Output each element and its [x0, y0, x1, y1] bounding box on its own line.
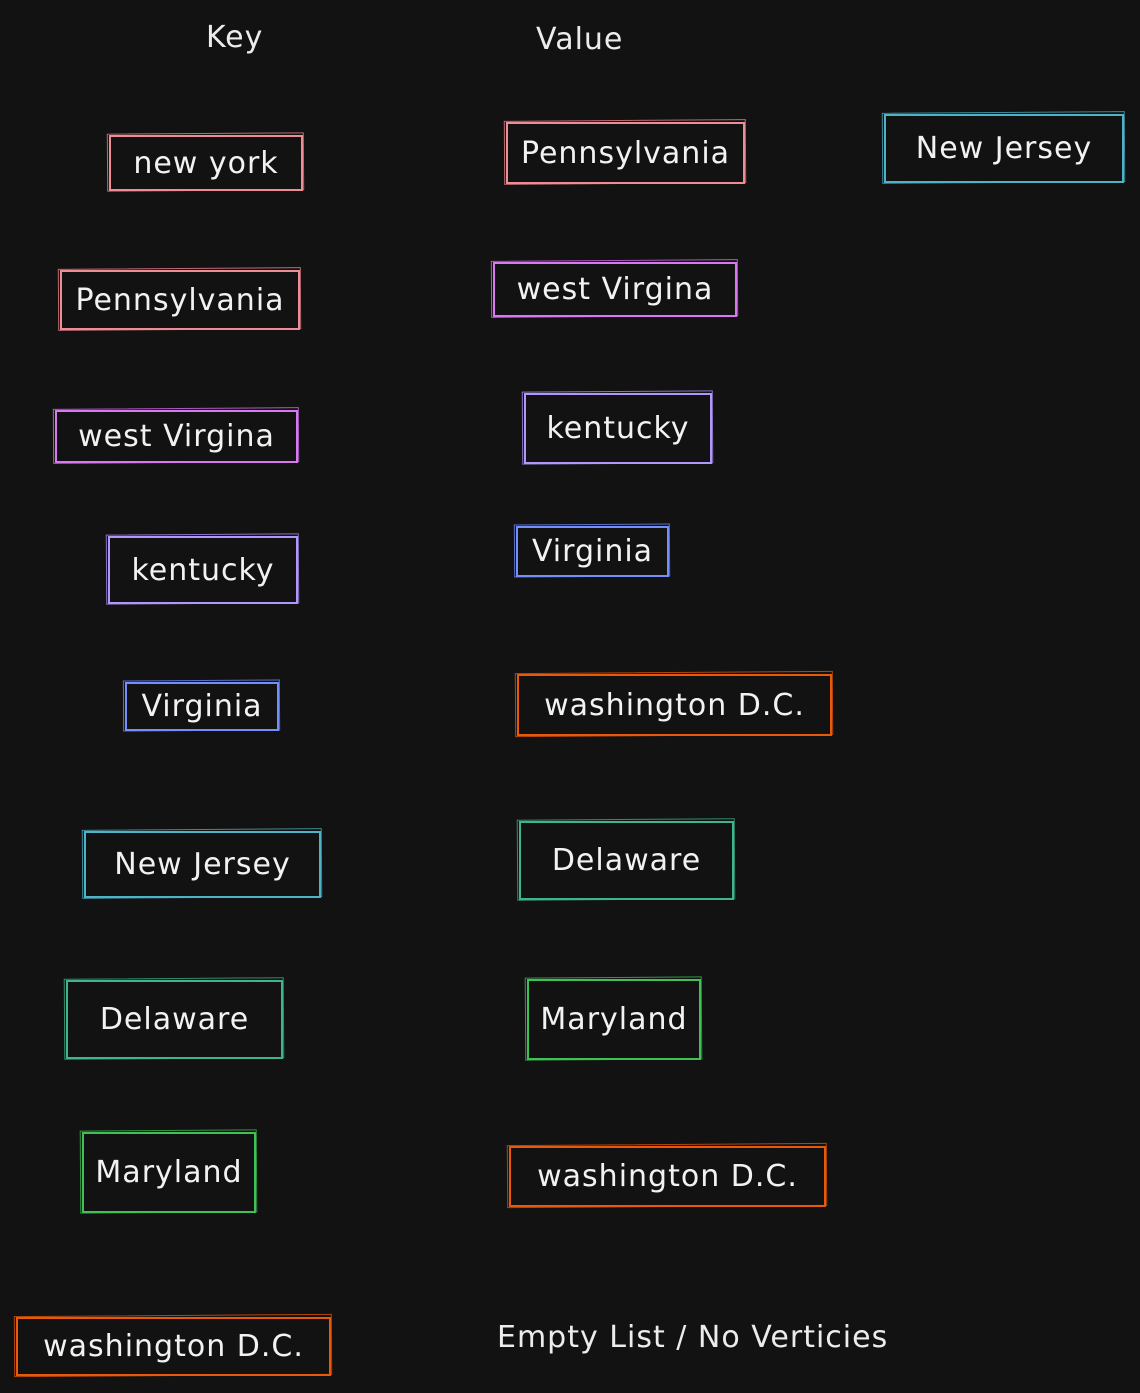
key-header: Key: [206, 20, 264, 55]
key-node[interactable]: washington D.C.: [16, 1317, 331, 1376]
value-node[interactable]: washington D.C.: [509, 1146, 826, 1207]
key-node[interactable]: Pennsylvania: [60, 270, 300, 330]
value-node[interactable]: Delaware: [519, 821, 734, 900]
key-node[interactable]: Delaware: [66, 980, 283, 1059]
value-node-label: Maryland: [540, 1002, 688, 1037]
key-node[interactable]: west Virgina: [55, 410, 298, 463]
value-node-label: washington D.C.: [537, 1159, 798, 1194]
value-node-label: Delaware: [551, 843, 702, 878]
value-node-label: washington D.C.: [544, 687, 805, 723]
key-node[interactable]: Maryland: [82, 1132, 256, 1213]
key-node-label: kentucky: [131, 552, 275, 588]
key-node-label: washington D.C.: [43, 1329, 304, 1364]
value-node[interactable]: Virginia: [516, 526, 669, 577]
key-node-label: Virginia: [141, 689, 263, 724]
value-node-label: Pennsylvania: [520, 135, 731, 171]
key-node-label: west Virgina: [78, 419, 275, 454]
value-node[interactable]: washington D.C.: [517, 674, 832, 736]
key-node-label: Pennsylvania: [75, 282, 285, 318]
value-node[interactable]: kentucky: [524, 393, 712, 464]
key-node-label: New Jersey: [114, 847, 291, 882]
key-node[interactable]: New Jersey: [84, 831, 321, 898]
value-node[interactable]: Maryland: [527, 979, 701, 1060]
key-node[interactable]: new york: [109, 135, 303, 191]
value-node-label: kentucky: [546, 411, 690, 446]
key-node[interactable]: Virginia: [125, 682, 279, 731]
extra-value-node-label: New Jersey: [915, 131, 1093, 166]
value-node-label: Virginia: [531, 534, 654, 569]
extra-value-node[interactable]: New Jersey: [884, 114, 1124, 183]
key-node-label: Delaware: [99, 1002, 250, 1037]
value-node[interactable]: Pennsylvania: [506, 122, 745, 184]
key-node[interactable]: kentucky: [108, 536, 298, 604]
value-header: Value: [536, 22, 624, 57]
key-node-label: Maryland: [95, 1155, 243, 1190]
value-node-label: west Virgina: [516, 272, 714, 307]
value-node[interactable]: west Virgina: [493, 262, 737, 317]
empty-list-label: Empty List / No Verticies: [497, 1320, 889, 1355]
key-node-label: new york: [133, 145, 279, 181]
